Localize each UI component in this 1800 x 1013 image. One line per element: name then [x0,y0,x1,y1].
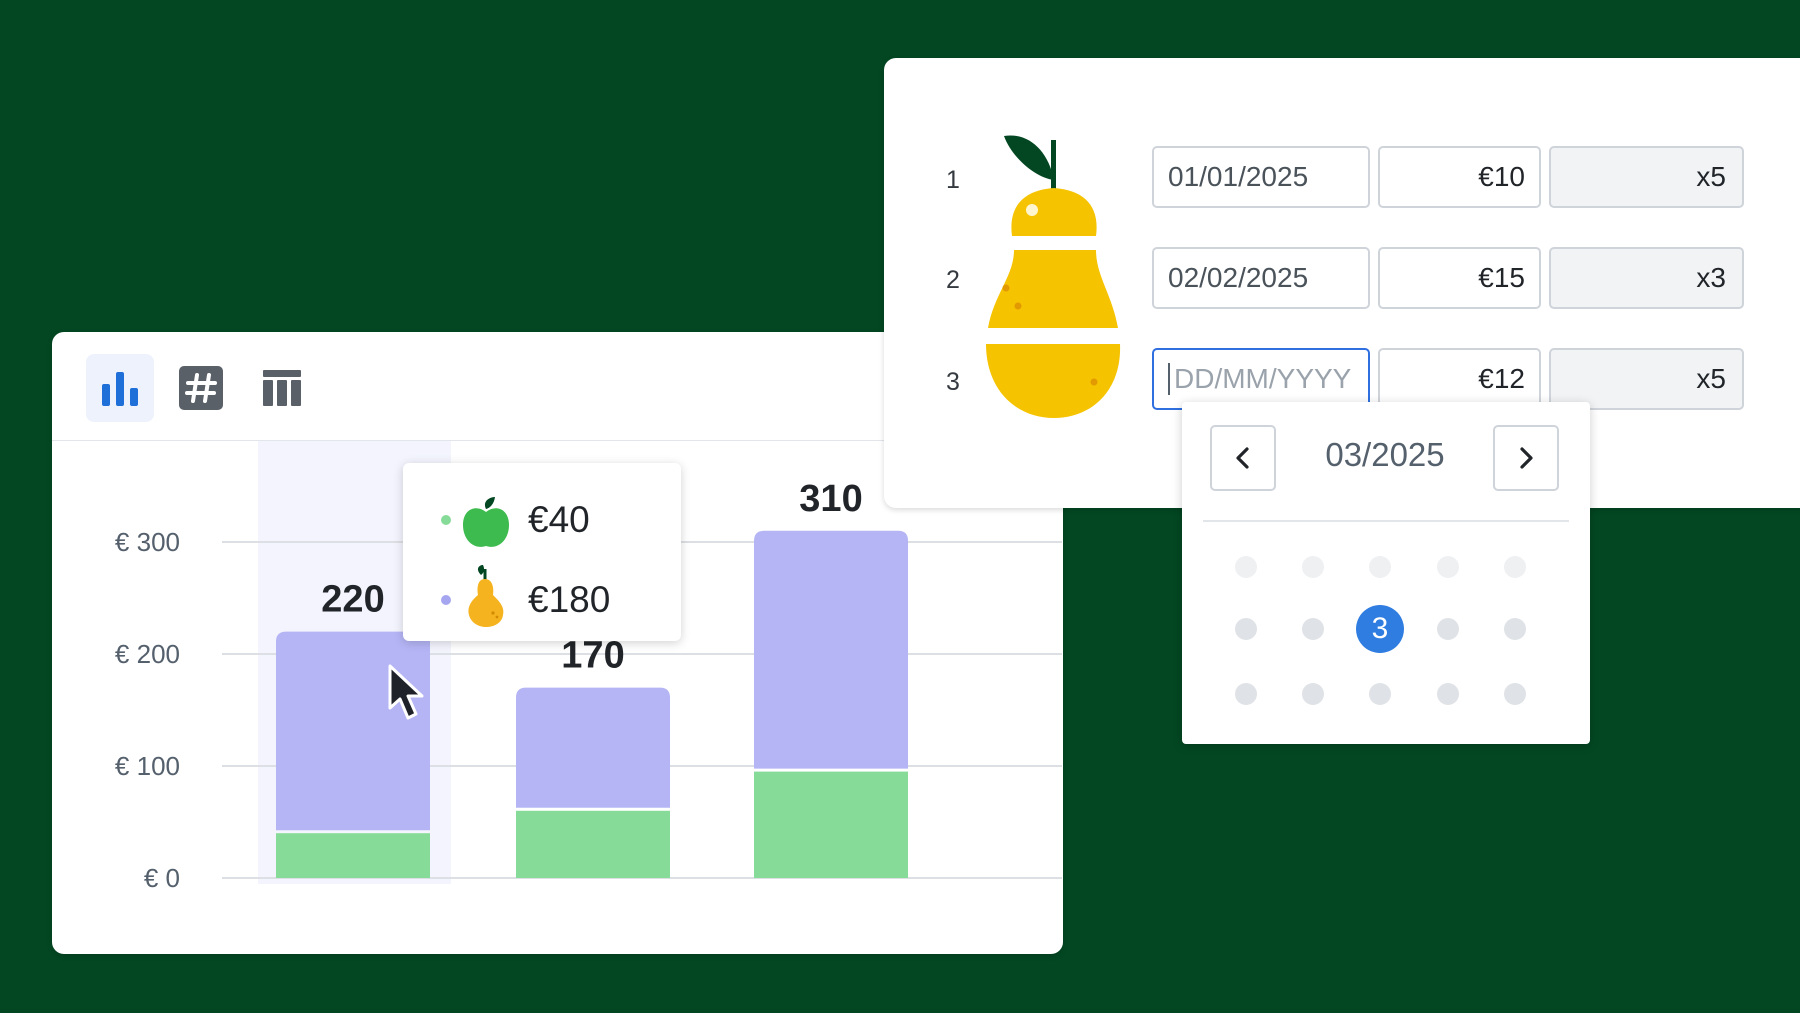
date-input-active[interactable]: DD/MM/YYYY [1152,348,1370,410]
bar-segment-pear[interactable] [276,631,430,831]
text-caret [1168,363,1170,395]
quantity-field: x5 [1549,146,1744,208]
calendar-day[interactable] [1437,683,1459,705]
pear-series-dot [441,595,451,605]
bar-segment-pear[interactable] [516,687,670,808]
tooltip-apple-value: €40 [528,499,590,540]
calendar-day[interactable] [1302,618,1324,640]
calendar-day[interactable] [1235,618,1257,640]
chart-tooltip: €40 €180 [403,463,681,641]
bar-segment-pear[interactable] [754,530,908,769]
quantity-value: x5 [1696,363,1726,394]
calendar-day[interactable] [1369,556,1391,578]
quantity-value: x3 [1696,262,1726,293]
price-input-value: €12 [1478,363,1525,394]
date-picker-popup: 03/2025 3 [1182,402,1590,744]
calendar-day[interactable] [1437,556,1459,578]
y-tick-label: € 100 [115,751,180,781]
previous-month-button[interactable] [1210,425,1276,491]
calendar-day-selected[interactable]: 3 [1356,605,1404,653]
apple-icon [463,497,509,547]
price-input[interactable]: €15 [1378,247,1541,309]
current-month-label: 03/2025 [1325,436,1445,473]
y-tick-label: € 300 [115,527,180,557]
row-number: 1 [946,166,960,194]
tooltip-pear-value: €180 [528,579,611,620]
mouse-cursor-icon [388,664,424,720]
price-input[interactable]: €12 [1378,348,1541,410]
price-input-value: €15 [1478,262,1525,293]
calendar-day[interactable] [1504,683,1526,705]
date-input[interactable]: 02/02/2025 [1152,247,1370,309]
bar-segment-apple[interactable] [516,810,670,878]
calendar-day[interactable] [1235,556,1257,578]
date-input[interactable]: 01/01/2025 [1152,146,1370,208]
date-input-value: 01/01/2025 [1168,161,1309,192]
next-month-button[interactable] [1493,425,1559,491]
tooltip-row-pear: €180 [403,565,681,631]
calendar-day[interactable] [1302,556,1324,578]
bar-total-label: 220 [321,579,384,621]
y-tick-label: € 200 [115,639,180,669]
price-input[interactable]: €10 [1378,146,1541,208]
chevron-right-icon [1520,447,1533,469]
pear-icon [468,565,504,627]
calendar-day[interactable] [1369,683,1391,705]
quantity-field: x3 [1549,247,1744,309]
calendar-day[interactable] [1437,618,1459,640]
chevron-left-icon [1236,447,1249,469]
apple-series-dot [441,515,451,525]
bar-segment-apple[interactable] [754,771,908,878]
quantity-value: x5 [1696,161,1726,192]
pear-illustration-icon [986,135,1121,418]
row-number: 3 [946,368,960,396]
tooltip-row-apple: €40 [403,491,681,551]
calendar-day[interactable] [1235,683,1257,705]
row-number: 2 [946,266,960,294]
picker-divider [1203,520,1569,522]
calendar-day[interactable] [1504,556,1526,578]
y-tick-label: € 0 [144,863,180,893]
price-input-value: €10 [1478,161,1525,192]
quantity-field: x5 [1549,348,1744,410]
calendar-day[interactable] [1302,683,1324,705]
date-input-placeholder: DD/MM/YYYY [1174,363,1352,394]
date-input-value: 02/02/2025 [1168,262,1309,293]
bar-total-label: 310 [799,478,862,520]
calendar-day[interactable] [1504,618,1526,640]
bar-segment-apple[interactable] [276,833,430,878]
